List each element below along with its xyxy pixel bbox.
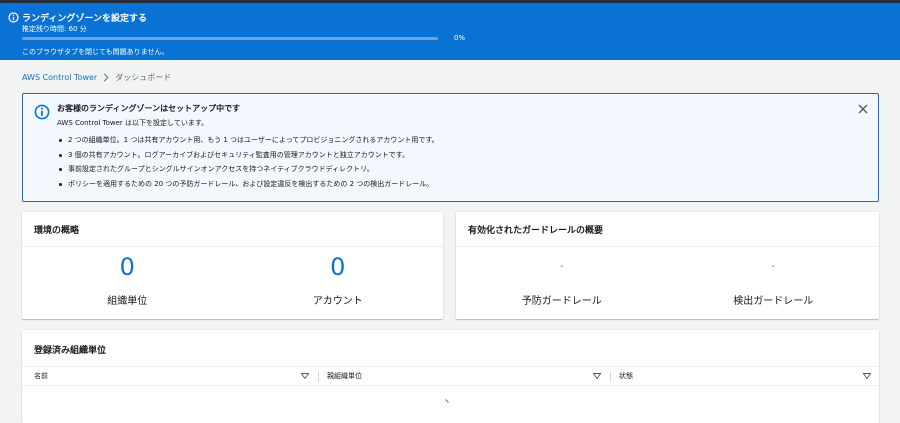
close-icon[interactable]: [857, 103, 869, 115]
preventive-guardrails-label: 予防ガードレール: [521, 296, 602, 307]
column-separator[interactable]: [610, 371, 611, 382]
account-count-link[interactable]: 0: [233, 252, 444, 282]
column-header-name[interactable]: 名前: [34, 367, 48, 386]
list-item: ポリシーを適用するための 20 つの予防ガードレール、および設定違反を検出するた…: [59, 177, 439, 192]
alert-description: AWS Control Tower は以下を設定しています。: [57, 119, 209, 127]
progress-bar: [22, 37, 438, 40]
chevron-right-icon: [104, 73, 109, 81]
list-item: 3 個の共有アカウント。ログアーカイブおよびセキュリティ監査用の管理アカウントと…: [59, 148, 439, 163]
list-item: 事前設定されたグループとシングルサインオンアクセスを持つネイティブクラウドディレ…: [59, 162, 439, 177]
caret-down-icon[interactable]: [863, 373, 871, 379]
column-separator[interactable]: [318, 371, 319, 382]
breadcrumb-current: ダッシュボード: [115, 72, 172, 82]
banner-time-remaining: 推定残り時間: 60 分: [22, 25, 87, 33]
ou-count-link[interactable]: 0: [22, 252, 233, 282]
ou-count-metric: 0 組織単位: [22, 252, 233, 307]
ou-count-label: 組織単位: [107, 296, 148, 307]
preventive-guardrails-value: -: [559, 261, 564, 272]
info-circle-icon: [34, 104, 50, 120]
column-header-parent-ou[interactable]: 親組織単位: [327, 367, 362, 386]
account-count-metric: 0 アカウント: [233, 252, 444, 307]
detective-guardrails-metric: - 検出ガードレール: [668, 252, 880, 307]
breadcrumb: AWS Control Tower ダッシュボード: [22, 70, 171, 84]
card-divider: [456, 246, 879, 247]
registered-ou-card: 登録済み組織単位 名前 親組織単位 状態: [22, 330, 879, 423]
setup-info-alert: お客様のランディングゾーンはセットアップ中です AWS Control Towe…: [22, 93, 879, 202]
guardrails-summary-title: 有効化されたガードレールの概要: [468, 226, 604, 236]
preventive-guardrails-metric: - 予防ガードレール: [456, 252, 668, 307]
environment-summary-title: 環境の概略: [34, 226, 80, 236]
banner-note: このブラウザタブを閉じても問題ありません。: [22, 48, 169, 56]
detective-guardrails-label: 検出ガードレール: [733, 296, 814, 307]
caret-down-icon[interactable]: [593, 373, 601, 379]
card-divider: [22, 246, 443, 247]
environment-summary-card: 環境の概略 0 組織単位 0 アカウント: [22, 212, 443, 319]
setup-progress-banner: ランディングゾーンを設定する 推定残り時間: 60 分 0% このブラウザタブを…: [0, 3, 900, 60]
account-count-label: アカウント: [312, 296, 363, 307]
table-header: 名前 親組織単位 状態: [22, 366, 879, 386]
alert-title: お客様のランディングゾーンはセットアップ中です: [57, 104, 241, 113]
alert-list: 2 つの組織単位。1 つは共有アカウント用、もう 1 つはユーザーによってプロビ…: [59, 133, 439, 191]
info-icon: [8, 12, 19, 23]
caret-down-icon[interactable]: [301, 373, 309, 379]
banner-title: ランディングゾーンを設定する: [22, 14, 148, 24]
detective-guardrails-value: -: [771, 261, 776, 272]
progress-percent: 0%: [454, 34, 466, 42]
breadcrumb-root-link[interactable]: AWS Control Tower: [22, 73, 97, 82]
column-header-status[interactable]: 状態: [619, 367, 633, 386]
guardrails-summary-card: 有効化されたガードレールの概要 - 予防ガードレール - 検出ガードレール: [456, 212, 879, 319]
registered-ou-title: 登録済み組織単位: [34, 346, 107, 356]
list-item: 2 つの組織単位。1 つは共有アカウント用、もう 1 つはユーザーによってプロビ…: [59, 133, 439, 148]
loading-spinner-icon: [445, 399, 449, 403]
